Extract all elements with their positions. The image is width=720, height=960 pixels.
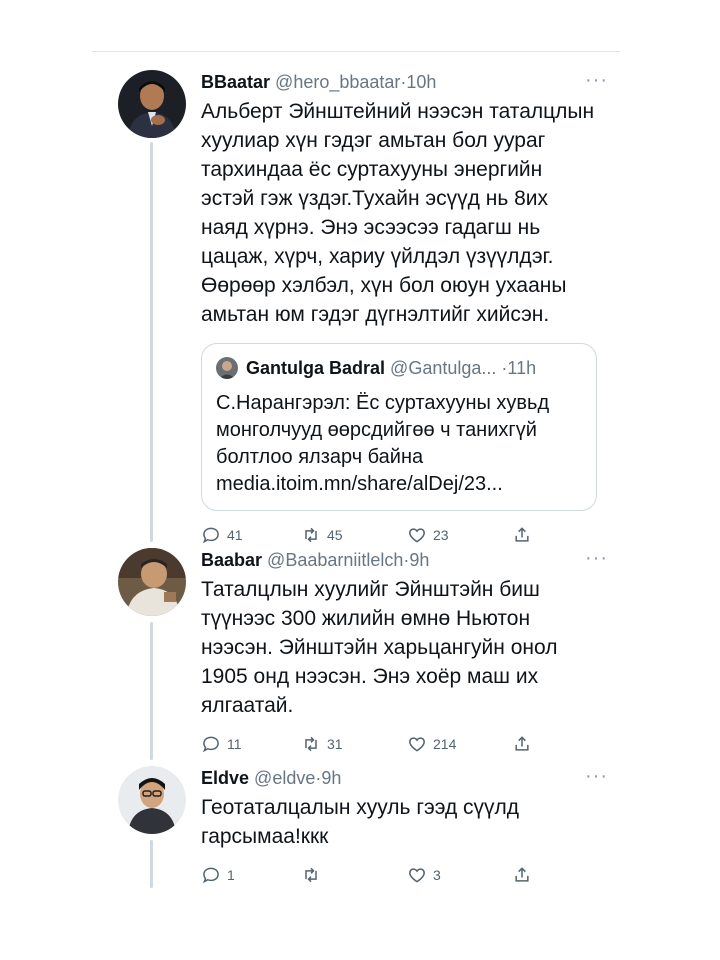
like-button[interactable]: 3	[407, 865, 441, 885]
more-options-icon[interactable]: ···	[585, 546, 608, 570]
reply-count: 1	[227, 867, 235, 883]
thread-line	[150, 622, 153, 760]
user-handle[interactable]: @Baabarniitlelch	[267, 550, 403, 570]
avatar[interactable]	[118, 70, 186, 138]
reply-button[interactable]: 1	[201, 865, 235, 885]
quoted-user-name: Gantulga Badral	[246, 358, 386, 378]
reply-button[interactable]: 11	[201, 734, 242, 754]
timestamp[interactable]: 9h	[321, 768, 341, 788]
quoted-tweet[interactable]: Gantulga Badral @Gantulga... · 11h С.Нара…	[201, 343, 597, 511]
user-name[interactable]: BBaatar	[201, 72, 270, 92]
quoted-avatar	[216, 357, 238, 379]
retweet-count: 31	[327, 736, 343, 752]
thread-line	[150, 840, 153, 888]
quoted-tweet-text: С.Нарангэрэл: Ёс суртахууны хувьд монгол…	[216, 392, 550, 495]
reply-count: 11	[227, 736, 242, 752]
tweet-header: BBaatar @hero_bbaatar·10h ···	[201, 68, 608, 94]
like-count: 214	[433, 736, 457, 752]
timestamp[interactable]: 9h	[409, 550, 429, 570]
more-options-icon[interactable]: ···	[585, 764, 608, 788]
heart-icon	[409, 737, 425, 752]
timestamp[interactable]: 10h	[406, 72, 436, 92]
thread-line	[150, 142, 153, 542]
reply-count: 41	[227, 527, 243, 543]
reply-icon	[202, 527, 219, 544]
reply-icon	[202, 867, 219, 884]
like-button[interactable]: 23	[407, 525, 449, 545]
reply-button[interactable]: 41	[201, 525, 243, 545]
user-handle[interactable]: @eldve	[254, 768, 315, 788]
share-icon	[515, 527, 529, 542]
tweet-text: Геотаталцалын хууль гээд сүүлд гарсымаа!…	[201, 796, 520, 848]
retweet-count: 45	[327, 527, 343, 543]
more-options-icon[interactable]: ···	[585, 68, 608, 92]
top-divider	[92, 51, 620, 52]
like-count: 3	[433, 867, 441, 883]
retweet-icon	[305, 867, 317, 883]
user-name[interactable]: Baabar	[201, 550, 262, 570]
share-icon	[515, 736, 529, 751]
share-button[interactable]	[512, 865, 538, 885]
like-button[interactable]: 214	[407, 734, 456, 754]
avatar[interactable]	[118, 548, 186, 616]
user-name[interactable]: Eldve	[201, 768, 249, 788]
retweet-button[interactable]: 45	[301, 525, 343, 545]
reply-icon	[202, 736, 219, 753]
tweet-actions: 1 3	[201, 865, 608, 891]
share-icon	[515, 867, 529, 882]
avatar[interactable]	[118, 766, 186, 834]
like-count: 23	[433, 527, 449, 543]
retweet-icon	[305, 736, 317, 752]
heart-icon	[409, 868, 425, 883]
tweet-text: Таталцлын хуулийг Эйнштэйн биш түүнээс 3…	[201, 578, 558, 717]
tweet-actions: 11 31 214	[201, 734, 608, 760]
tweet-header: Baabar @Baabarniitlelch·9h ···	[201, 546, 608, 572]
share-button[interactable]	[512, 734, 538, 754]
retweet-icon	[305, 527, 317, 543]
quoted-tweet-header: Gantulga Badral @Gantulga... · 11h	[216, 356, 582, 380]
quoted-user-handle: @Gantulga...	[390, 358, 497, 378]
user-handle[interactable]: @hero_bbaatar	[275, 72, 400, 92]
heart-icon	[409, 528, 425, 543]
retweet-button[interactable]	[301, 865, 327, 885]
share-button[interactable]	[512, 525, 538, 545]
tweet-text: Альберт Эйнштейний нээсэн таталцлын хуул…	[201, 100, 595, 326]
quoted-timestamp: 11h	[507, 358, 537, 378]
retweet-button[interactable]: 31	[301, 734, 343, 754]
tweet-header: Eldve @eldve·9h ···	[201, 764, 608, 790]
